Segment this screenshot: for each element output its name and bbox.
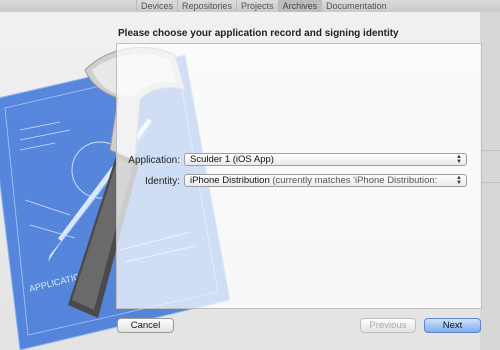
tab-devices[interactable]: Devices [136, 0, 177, 12]
application-label: Application: [128, 155, 180, 166]
tab-archives[interactable]: Archives [277, 0, 322, 12]
next-button[interactable]: Next [424, 318, 481, 333]
popup-arrows-icon: ▲ ▼ [456, 154, 462, 165]
tab-documentation[interactable]: Documentation [321, 0, 391, 12]
identity-label: Identity: [144, 176, 180, 187]
background-window-edge [480, 12, 500, 350]
application-popup[interactable]: Sculder 1 (iOS App) ▲ ▼ [184, 153, 467, 166]
tab-projects[interactable]: Projects [236, 0, 278, 12]
organizer-tabs: Devices Repositories Projects Archives D… [136, 0, 391, 12]
identity-value: iPhone Distribution [190, 175, 270, 186]
previous-button[interactable]: Previous [360, 318, 416, 333]
application-value: Sculder 1 (iOS App) [190, 154, 274, 165]
tab-repositories[interactable]: Repositories [177, 0, 236, 12]
cancel-button[interactable]: Cancel [117, 318, 174, 333]
dialog-title: Please choose your application record an… [118, 28, 399, 39]
popup-arrows-icon: ▲ ▼ [456, 175, 462, 186]
identity-match-note: (currently matches 'iPhone Distribution: [272, 175, 438, 186]
identity-popup[interactable]: iPhone Distribution (currently matches '… [184, 174, 467, 187]
